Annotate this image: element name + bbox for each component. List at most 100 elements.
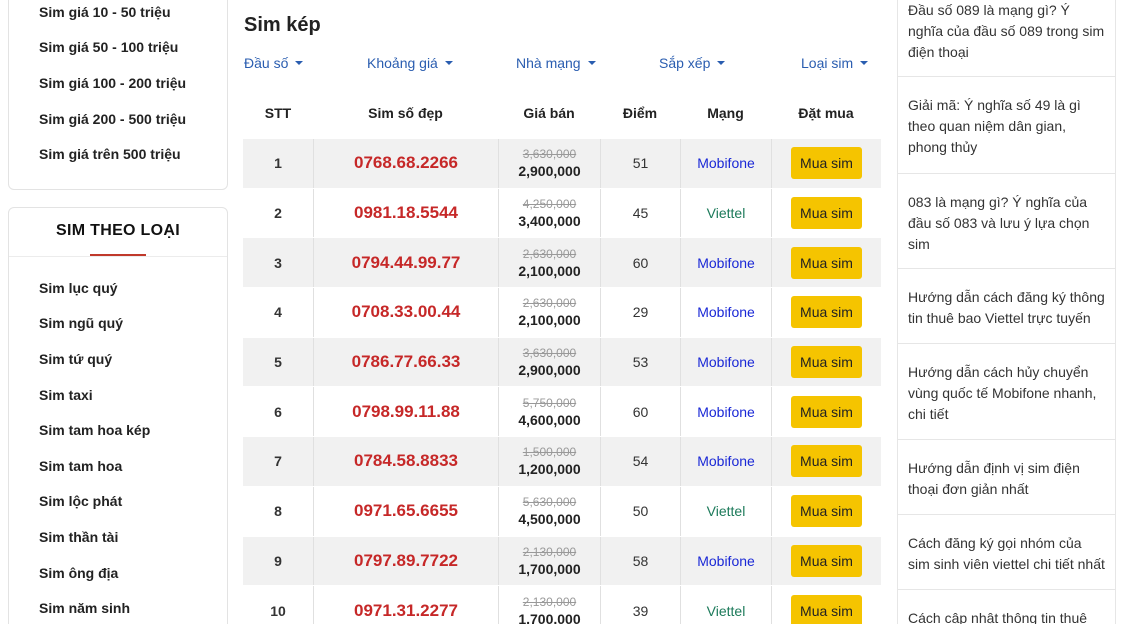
price-menu-item[interactable]: Sim giá 10 - 50 triệu [39, 4, 171, 20]
filter-network-dropdown[interactable]: Nhà mạng [516, 55, 596, 71]
sim-type-item[interactable]: Sim tam hoa [39, 458, 122, 474]
old-price: 4,250,000 [522, 197, 577, 212]
row-score: 60 [600, 238, 680, 288]
price-cell: 5,750,000 4,600,000 [498, 387, 600, 437]
price-menu-item[interactable]: Sim giá trên 500 triệu [39, 146, 181, 162]
sim-type-item[interactable]: Sim ông địa [39, 565, 118, 581]
sim-type-item[interactable]: Sim năm sinh [39, 600, 130, 616]
sim-number-link[interactable]: 0708.33.00.44 [313, 288, 498, 337]
filter-sim-type-dropdown[interactable]: Loại sim [801, 55, 869, 71]
sim-number-link[interactable]: 0784.58.8833 [313, 437, 498, 486]
sim-type-item[interactable]: Sim ngũ quý [39, 315, 123, 331]
news-link[interactable]: Đầu số 089 là mạng gì? Ý nghĩa của đầu s… [908, 0, 1107, 63]
old-price: 3,630,000 [522, 346, 577, 361]
old-price: 5,630,000 [522, 495, 577, 510]
sale-price: 4,500,000 [518, 511, 581, 528]
sim-number-link[interactable]: 0971.65.6655 [313, 486, 498, 536]
news-link[interactable]: Hướng dẫn cách đăng ký thông tin thuê ba… [908, 287, 1107, 329]
news-link[interactable]: 083 là mạng gì? Ý nghĩa của đầu số 083 v… [908, 192, 1107, 255]
buy-sim-button[interactable]: Mua sim [791, 246, 862, 279]
news-item[interactable]: Hướng dẫn định vị sim điện thoại đơn giả… [897, 440, 1116, 515]
buy-sim-button[interactable]: Mua sim [791, 395, 862, 428]
row-network: Mobifone [680, 139, 771, 188]
row-score: 45 [600, 188, 680, 238]
page: Sim giá 10 - 50 triệu Sim giá 50 - 100 t… [0, 0, 1125, 624]
row-network: Mobifone [680, 288, 771, 337]
sim-type-item[interactable]: Sim tam hoa kép [39, 422, 150, 438]
sim-number-link[interactable]: 0798.99.11.88 [313, 387, 498, 437]
news-link[interactable]: Cách đăng ký gọi nhóm của sim sinh viên … [908, 533, 1107, 575]
price-menu-item[interactable]: Sim giá 200 - 500 triệu [39, 111, 186, 127]
buy-sim-button[interactable]: Mua sim [791, 197, 862, 230]
row-score: 51 [600, 139, 680, 188]
news-link[interactable]: Cách cập nhật thông tin thuê [908, 608, 1107, 624]
row-score: 54 [600, 437, 680, 486]
price-cell: 2,130,000 1,700,000 [498, 536, 600, 586]
price-cell: 1,500,000 1,200,000 [498, 437, 600, 486]
sim-number-link[interactable]: 0768.68.2266 [313, 139, 498, 188]
news-item[interactable]: Hướng dẫn cách hủy chuyển vùng quốc tế M… [897, 344, 1116, 440]
buy-sim-button[interactable]: Mua sim [791, 495, 862, 528]
old-price: 2,630,000 [522, 246, 577, 261]
sim-number-link[interactable]: 0797.89.7722 [313, 536, 498, 586]
news-link[interactable]: Hướng dẫn cách hủy chuyển vùng quốc tế M… [908, 362, 1107, 425]
sim-number-link[interactable]: 0971.31.2277 [313, 586, 498, 624]
sale-price: 1,700,000 [518, 610, 581, 624]
caret-down-icon [717, 61, 726, 65]
row-stt: 1 [274, 155, 282, 172]
sim-type-item[interactable]: Sim taxi [39, 387, 93, 403]
sim-type-box: SIM THEO LOẠI Sim lục quý Sim ngũ quý Si… [8, 207, 228, 624]
column-header-number: Sim số đẹp [368, 105, 443, 121]
row-score: 29 [600, 288, 680, 337]
news-item[interactable]: Cách cập nhật thông tin thuê [897, 590, 1116, 624]
filter-label: Đầu số [244, 55, 289, 71]
price-menu-item[interactable]: Sim giá 50 - 100 triệu [39, 39, 178, 55]
sale-price: 2,900,000 [518, 163, 581, 180]
table-row: 2 0981.18.5544 4,250,000 3,400,000 45 Viettel… [243, 187, 881, 238]
sim-type-item[interactable]: Sim lộc phát [39, 493, 122, 509]
table-row: 9 0797.89.7722 2,130,000 1,700,000 58 Mobifon… [243, 535, 881, 586]
caret-down-icon [444, 61, 453, 65]
sim-type-item[interactable]: Sim tứ quý [39, 351, 112, 367]
news-link[interactable]: Hướng dẫn định vị sim điện thoại đơn giả… [908, 458, 1107, 500]
buy-sim-button[interactable]: Mua sim [791, 346, 862, 379]
filter-sort-dropdown[interactable]: Sắp xếp [659, 55, 726, 71]
buy-sim-button[interactable]: Mua sim [791, 296, 862, 329]
row-network: Mobifone [680, 387, 771, 437]
price-cell: 2,630,000 2,100,000 [498, 238, 600, 288]
column-header-price: Giá bán [523, 105, 575, 121]
price-cell: 3,630,000 2,900,000 [498, 337, 600, 387]
sim-number-link[interactable]: 0794.44.99.77 [313, 238, 498, 288]
table-row: 8 0971.65.6655 5,630,000 4,500,000 50 Viettel… [243, 485, 881, 536]
row-stt: 10 [270, 602, 286, 619]
buy-sim-button[interactable]: Mua sim [791, 445, 862, 478]
price-menu-item[interactable]: Sim giá 100 - 200 triệu [39, 75, 186, 91]
price-cell: 2,630,000 2,100,000 [498, 288, 600, 337]
news-item[interactable]: Giải mã: Ý nghĩa số 49 là gì theo quan n… [897, 77, 1116, 174]
filter-prefix-dropdown[interactable]: Đầu số [244, 55, 304, 71]
price-menu-box: Sim giá 10 - 50 triệu Sim giá 50 - 100 t… [8, 0, 228, 190]
sim-type-item[interactable]: Sim lục quý [39, 280, 118, 296]
news-item[interactable]: 083 là mạng gì? Ý nghĩa của đầu số 083 v… [897, 174, 1116, 269]
news-item[interactable]: Hướng dẫn cách đăng ký thông tin thuê ba… [897, 269, 1116, 344]
buy-sim-button[interactable]: Mua sim [791, 594, 862, 624]
news-item[interactable]: Đầu số 089 là mạng gì? Ý nghĩa của đầu s… [897, 0, 1116, 77]
table-row: 5 0786.77.66.33 3,630,000 2,900,000 53 Mobifo… [243, 336, 881, 387]
sim-type-item[interactable]: Sim thần tài [39, 529, 118, 545]
news-item[interactable]: Cách đăng ký gọi nhóm của sim sinh viên … [897, 515, 1116, 590]
row-stt: 4 [274, 304, 282, 321]
table-row: 6 0798.99.11.88 5,750,000 4,600,000 60 Mobifo… [243, 386, 881, 437]
filter-label: Nhà mạng [516, 55, 581, 71]
filter-price-range-dropdown[interactable]: Khoảng giá [367, 55, 453, 71]
sim-number-link[interactable]: 0786.77.66.33 [313, 337, 498, 387]
buy-cell: Mua sim [771, 139, 881, 188]
row-network: Viettel [680, 586, 771, 624]
sim-number-link[interactable]: 0981.18.5544 [313, 188, 498, 238]
row-stt: 3 [274, 254, 282, 271]
buy-sim-button[interactable]: Mua sim [791, 544, 862, 577]
row-stt: 2 [274, 205, 282, 222]
table-row: 7 0784.58.8833 1,500,000 1,200,000 54 Mobifon… [243, 436, 881, 486]
buy-sim-button[interactable]: Mua sim [791, 147, 862, 180]
page-title: Sim kép [244, 14, 321, 36]
news-link[interactable]: Giải mã: Ý nghĩa số 49 là gì theo quan n… [908, 95, 1107, 158]
